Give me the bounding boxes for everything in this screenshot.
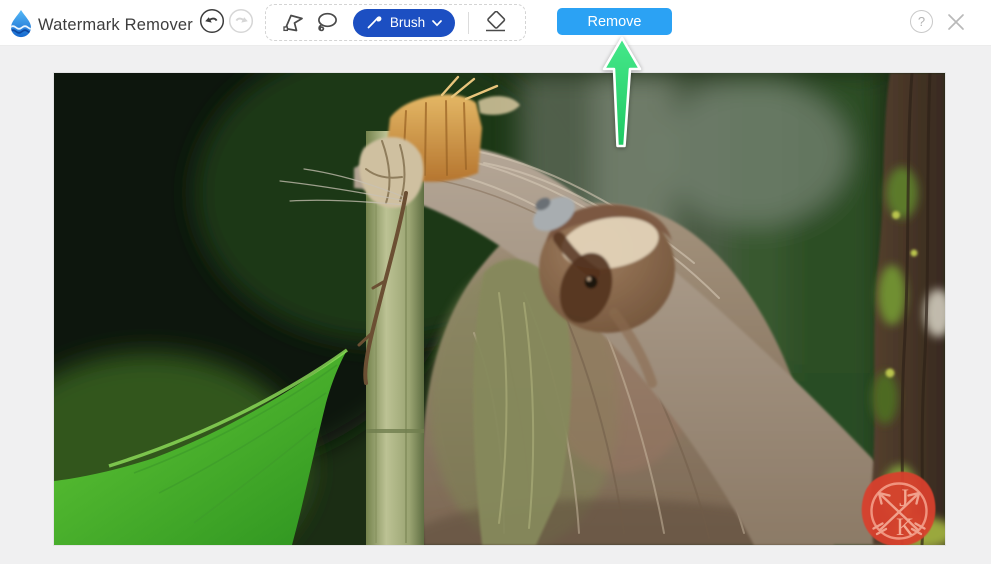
watermark-remover-window: Watermark Remover	[0, 0, 991, 564]
lasso-tool-button[interactable]	[310, 8, 344, 38]
toolbar: Watermark Remover	[0, 0, 991, 46]
brush-label: Brush	[390, 15, 425, 30]
remove-button[interactable]: Remove	[557, 8, 672, 35]
lasso-icon	[314, 10, 340, 35]
watermark-letter-j: J	[899, 485, 909, 512]
tool-divider	[468, 12, 469, 34]
close-icon	[946, 12, 966, 32]
question-mark-icon: ?	[918, 14, 925, 29]
jk-watermark-logo: J K	[858, 469, 938, 545]
undo-button[interactable]	[199, 8, 225, 34]
close-button[interactable]	[946, 12, 966, 32]
polygon-lasso-tool-button[interactable]	[276, 8, 310, 38]
chevron-down-icon	[432, 15, 442, 30]
app-logo-water-drop-icon	[8, 8, 34, 43]
redo-button[interactable]	[228, 8, 254, 34]
editing-canvas[interactable]: J K	[54, 73, 945, 545]
redo-icon	[228, 8, 254, 34]
sloth-photo	[54, 73, 945, 545]
brush-icon	[366, 13, 383, 33]
polygon-lasso-icon	[281, 11, 306, 35]
help-button[interactable]: ?	[910, 10, 933, 33]
watermark-letter-k: K	[896, 514, 914, 541]
app-brand: Watermark Remover	[8, 8, 193, 43]
selection-tools-group: Brush	[265, 4, 526, 41]
eraser-tool-button[interactable]	[478, 8, 512, 38]
undo-icon	[199, 8, 225, 34]
app-title: Watermark Remover	[38, 16, 193, 35]
brush-tool-button[interactable]: Brush	[353, 9, 455, 37]
eraser-icon	[481, 11, 509, 34]
